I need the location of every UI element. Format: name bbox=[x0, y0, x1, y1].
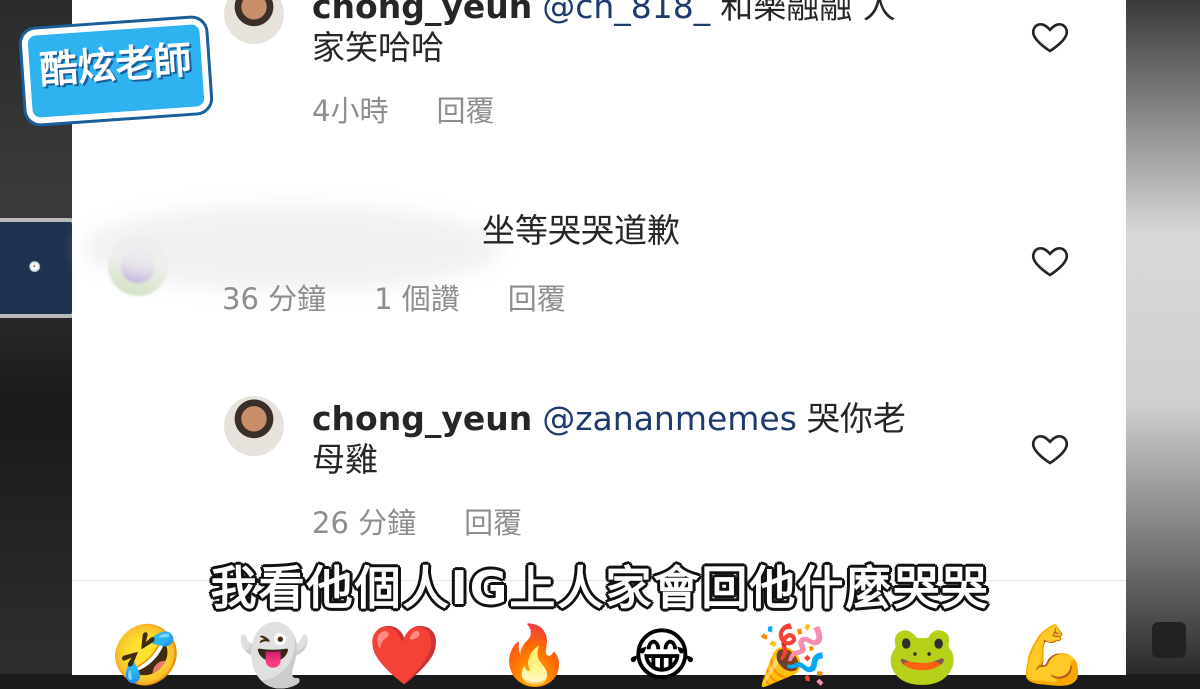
emoji-party[interactable]: 🎉 bbox=[756, 623, 828, 687]
comment-body-line1: 哭你老 bbox=[806, 399, 906, 438]
comment-time: 26 分鐘 bbox=[312, 506, 417, 540]
like-heart-icon[interactable] bbox=[1030, 240, 1070, 280]
wall-clock: 🕙 bbox=[0, 218, 76, 318]
comment-text: chong_yeun @ch_818_ 和樂融融 人 家笑哈哈 bbox=[312, 0, 972, 68]
avatar[interactable] bbox=[224, 0, 284, 44]
emoji-frog[interactable]: 🐸 bbox=[886, 623, 958, 687]
comment-meta: 4小時 回覆 bbox=[312, 88, 494, 130]
comment-meta: 36 分鐘 1 個讚 回覆 bbox=[222, 276, 566, 318]
comment-body: 坐等哭哭道歉 bbox=[482, 211, 680, 250]
like-heart-icon[interactable] bbox=[1030, 16, 1070, 56]
comment-username[interactable]: chong_yeun bbox=[312, 399, 532, 438]
watermark-icon bbox=[1152, 622, 1186, 658]
comment-username[interactable]: chong_yeun bbox=[312, 0, 532, 26]
like-count[interactable]: 1 個讚 bbox=[374, 276, 460, 318]
like-heart-icon[interactable] bbox=[1030, 428, 1070, 468]
emoji-rofl[interactable]: 🤣 bbox=[110, 623, 182, 687]
emoji-fire[interactable]: 🔥 bbox=[498, 623, 570, 687]
comment-text: chong_yeun @zananmemes 哭你老 母雞 bbox=[312, 398, 972, 480]
comment-time: 4小時 bbox=[312, 94, 389, 128]
comment-body-line2: 家笑哈哈 bbox=[312, 28, 444, 67]
emoji-heart[interactable]: ❤️ bbox=[368, 623, 440, 687]
emoji-tears-of-joy[interactable]: 😂 bbox=[628, 623, 696, 687]
comment-mention[interactable]: @zananmemes bbox=[542, 399, 797, 438]
comment-mention[interactable]: @ch_818_ bbox=[542, 0, 710, 26]
comment-body-line2: 母雞 bbox=[312, 440, 378, 479]
video-subtitle: 我看他個人IG上人家會回他什麼哭哭 bbox=[210, 561, 990, 615]
emoji-muscle[interactable]: 💪 bbox=[1016, 623, 1088, 687]
comment-time: 36 分鐘 bbox=[222, 282, 327, 316]
reply-button[interactable]: 回覆 bbox=[464, 500, 522, 542]
reply-button[interactable]: 回覆 bbox=[508, 276, 566, 318]
comment-body-line1: 和樂融融 人 bbox=[720, 0, 896, 26]
channel-logo: 酷炫老師 bbox=[20, 17, 212, 125]
emoji-ghost[interactable]: 👻 bbox=[238, 623, 310, 687]
avatar[interactable] bbox=[224, 396, 284, 456]
reply-button[interactable]: 回覆 bbox=[436, 88, 494, 130]
comment-meta: 26 分鐘 回覆 bbox=[312, 500, 522, 542]
